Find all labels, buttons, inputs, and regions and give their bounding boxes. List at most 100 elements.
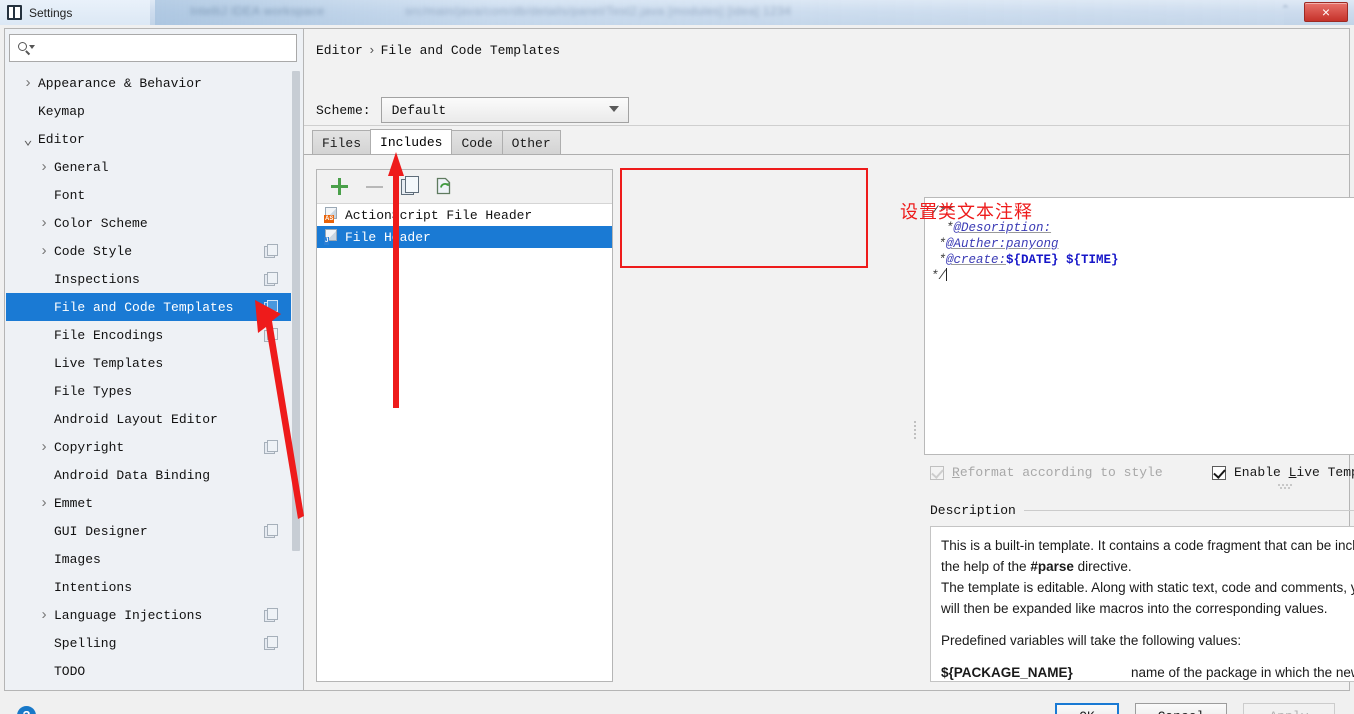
scheme-value: Default — [391, 102, 447, 118]
reformat-according-to-style-checkbox: Reformat according to style — [930, 465, 1163, 480]
code-token: */ — [931, 269, 947, 283]
copy-settings-icon[interactable] — [264, 244, 278, 258]
description-para-2: The template is editable. Along with sta… — [941, 580, 1354, 616]
editor-splitter-grip[interactable] — [913, 421, 919, 443]
sidebar-item-label: General — [54, 159, 109, 175]
dialog-button-bar: OK Cancel Apply — [0, 692, 1354, 714]
copy-settings-icon[interactable] — [264, 328, 278, 342]
sidebar-item-label: GUI Designer — [54, 523, 148, 539]
list-item[interactable]: AS ActionScript File Header — [317, 204, 612, 226]
sidebar-item-emmet[interactable]: › Emmet — [6, 489, 297, 517]
chevron-right-icon[interactable]: › — [36, 243, 52, 260]
sidebar-item-copyright[interactable]: › Copyright — [6, 433, 297, 461]
sidebar-item-file-encodings[interactable]: File Encodings — [6, 321, 297, 349]
plus-icon[interactable] — [329, 176, 350, 197]
code-token: ${DATE} ${TIME} — [1006, 253, 1119, 267]
chevron-right-icon[interactable]: › — [20, 75, 36, 92]
sidebar-item-label: Keymap — [38, 103, 85, 119]
checkbox-box[interactable] — [1212, 465, 1226, 480]
settings-tree[interactable]: › Appearance & Behavior Keymap ⌄ Editor › Gene… — [6, 69, 297, 689]
sidebar-item-label: Intentions — [54, 579, 133, 595]
template-code-editor[interactable]: /** *@Desoription: *@Auther:panyong *@cr… — [924, 197, 1354, 455]
enable-live-templates-checkbox[interactable]: Enable Live Templates — [1212, 465, 1354, 480]
sidebar-item-label: Editor — [38, 131, 85, 147]
code-token: @Auther:panyong — [946, 237, 1059, 251]
chevron-right-icon[interactable]: › — [36, 215, 52, 232]
sidebar-item-live-templates[interactable]: Live Templates — [6, 349, 297, 377]
sidebar-item-label: Language Injections — [54, 607, 203, 623]
reset-icon[interactable] — [434, 176, 455, 197]
sidebar-item-general[interactable]: › General — [6, 153, 297, 181]
sidebar-item-editor[interactable]: ⌄ Editor — [6, 125, 297, 153]
window-title: Settings — [29, 5, 73, 20]
minimize-button[interactable]: ⌃ — [1281, 3, 1290, 16]
sidebar-item-code-style[interactable]: › Code Style — [6, 237, 297, 265]
chevron-right-icon[interactable]: › — [36, 439, 52, 456]
breadcrumb-parent[interactable]: Editor — [316, 43, 363, 58]
copy-settings-icon[interactable] — [264, 608, 278, 622]
search-icon — [17, 41, 35, 56]
description-title: Description — [930, 503, 1016, 518]
reformat-label: Reformat according to style — [952, 465, 1163, 480]
list-item-label: ActionScript File Header — [345, 207, 533, 223]
template-rows[interactable]: AS ActionScript File Header J File Header — [317, 204, 612, 248]
text-caret — [946, 268, 948, 281]
copy-icon[interactable] — [399, 176, 420, 197]
chevron-right-icon[interactable]: › — [36, 159, 52, 176]
list-item[interactable]: J File Header — [317, 226, 612, 248]
sidebar-item-intentions[interactable]: Intentions — [6, 573, 297, 601]
sidebar-item-keymap[interactable]: Keymap — [6, 97, 297, 125]
sidebar-item-file-types[interactable]: File Types — [6, 377, 297, 405]
code-line: *@create:${DATE} ${TIME} — [931, 252, 1354, 268]
copy-settings-icon[interactable] — [264, 440, 278, 454]
close-icon[interactable]: × — [1304, 2, 1348, 22]
settings-dialog: IntelliJ IDEA workspace src/main/java/co… — [0, 0, 1354, 714]
copy-settings-icon[interactable] — [264, 300, 278, 314]
sidebar-item-label: Live Templates — [54, 355, 164, 371]
sidebar-item-font[interactable]: Font — [6, 181, 297, 209]
scheme-dropdown[interactable]: Default — [380, 97, 629, 123]
sidebar-item-file-and-code-templates[interactable]: File and Code Templates — [6, 293, 297, 321]
description-para-1: This is a built-in template. It contains… — [941, 538, 1354, 574]
description-legend: Description — [930, 503, 1354, 518]
settings-sidebar: › Appearance & Behavior Keymap ⌄ Editor › Gene… — [4, 28, 303, 691]
intellij-idea-icon — [7, 5, 22, 20]
search-input[interactable] — [34, 36, 296, 60]
template-list-toolbar — [317, 170, 612, 204]
sidebar-item-label: Images — [54, 551, 101, 567]
description-para-3: Predefined variables will take the follo… — [941, 633, 1242, 648]
sidebar-scrollbar-thumb[interactable] — [292, 71, 300, 551]
panel-resize-grip[interactable] — [1278, 484, 1296, 489]
sidebar-item-appearance-behavior[interactable]: › Appearance & Behavior — [6, 69, 297, 97]
tab-files[interactable]: Files — [312, 130, 372, 155]
copy-settings-icon[interactable] — [264, 636, 278, 650]
copy-settings-icon[interactable] — [264, 272, 278, 286]
sidebar-scrollbar[interactable] — [291, 71, 301, 687]
sidebar-item-language-injections[interactable]: › Language Injections — [6, 601, 297, 629]
sidebar-item-todo[interactable]: TODO — [6, 657, 297, 685]
ok-button[interactable]: OK — [1055, 703, 1119, 714]
chevron-right-icon[interactable]: › — [36, 495, 52, 512]
description-variables: ${PACKAGE_NAME} name of the package in wh… — [941, 662, 1354, 681]
cancel-button[interactable]: Cancel — [1135, 703, 1227, 714]
breadcrumb-separator: › — [367, 43, 376, 58]
tab-includes[interactable]: Includes — [370, 129, 453, 155]
chevron-down-icon[interactable]: ⌄ — [20, 130, 36, 149]
sidebar-item-color-scheme[interactable]: › Color Scheme — [6, 209, 297, 237]
sidebar-item-inspections[interactable]: Inspections — [6, 265, 297, 293]
sidebar-item-spelling[interactable]: Spelling — [6, 629, 297, 657]
enable-live-templates-label: Enable Live Templates — [1234, 465, 1354, 480]
sidebar-item-label: Emmet — [54, 495, 94, 511]
tab-other[interactable]: Other — [501, 130, 561, 155]
chevron-right-icon[interactable]: › — [36, 607, 52, 624]
sidebar-item-label: Spelling — [54, 635, 117, 651]
template-category-tabs: Files Includes Code Other — [312, 129, 561, 155]
tab-code[interactable]: Code — [451, 130, 503, 155]
code-line: */ — [931, 268, 1354, 284]
sidebar-item-android-data-binding[interactable]: Android Data Binding — [6, 461, 297, 489]
sidebar-item-android-layout-editor[interactable]: Android Layout Editor — [6, 405, 297, 433]
search-box[interactable] — [9, 34, 297, 62]
sidebar-item-gui-designer[interactable]: GUI Designer — [6, 517, 297, 545]
copy-settings-icon[interactable] — [264, 524, 278, 538]
sidebar-item-images[interactable]: Images — [6, 545, 297, 573]
